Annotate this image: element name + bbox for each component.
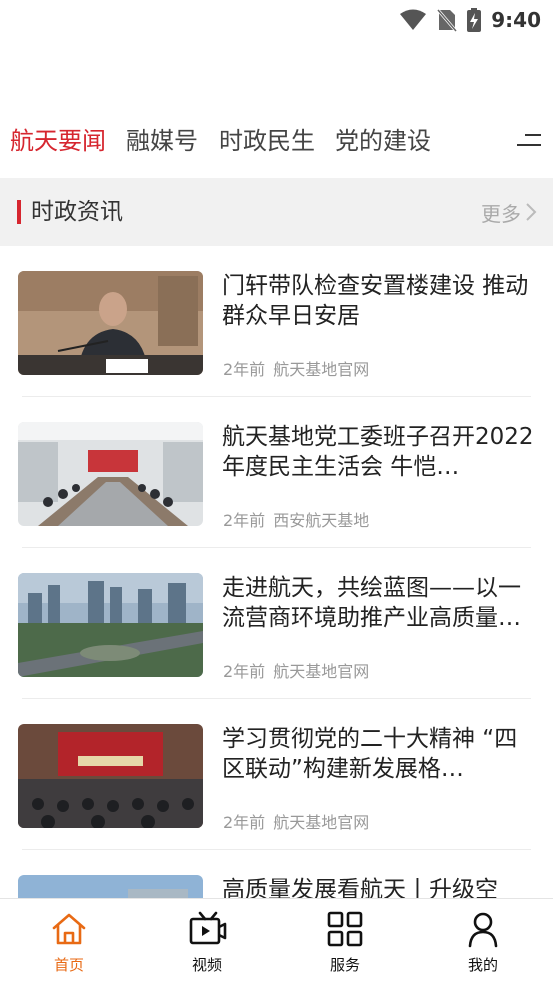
news-thumbnail [18,724,203,828]
news-thumbnail [18,573,203,677]
chevron-right-icon [526,203,537,221]
home-icon [52,913,86,945]
news-title: 走进航天，共绘蓝图——以一流营商环境助推产业高质量… [222,575,521,631]
news-source: 航天基地官网 [273,360,370,379]
news-time: 2年前 [223,360,266,379]
section-accent-bar [17,200,21,224]
nav-service[interactable]: 服务 [276,899,414,983]
news-source: 航天基地官网 [273,662,370,681]
news-thumbnail [18,271,203,375]
channel-tabs: 航天要闻 融媒号 时政民生 党的建设 [0,118,553,164]
status-time: 9:40 [491,8,541,32]
channel-menu-icon[interactable] [517,130,541,152]
news-meta: 2年前 西安航天基地 [223,507,369,531]
news-list: 门轩带队检查安置楼建设 推动群众早日安居 2年前 航天基地官网 航天基地党工委班子 [0,246,553,898]
nav-profile-label: 我的 [467,956,498,974]
list-item[interactable]: 走进航天，共绘蓝图——以一流营商环境助推产业高质量… 2年前 航天基地官网 [0,548,553,699]
nav-home[interactable]: 首页 [0,899,138,983]
news-time: 2年前 [223,511,266,530]
news-source: 航天基地官网 [273,813,370,832]
news-time: 2年前 [223,662,266,681]
news-thumbnail [18,875,203,898]
nav-service-label: 服务 [329,956,360,974]
video-icon [189,911,227,945]
list-item[interactable]: 航天基地党工委班子召开2022年度民主生活会 牛恺… 2年前 西安航天基地 [0,397,553,548]
list-item[interactable]: 高质量发展看航天丨升级空 [0,850,553,898]
tab-politics-livelihood[interactable]: 时政民生 [219,118,315,164]
news-title: 学习贯彻党的二十大精神 “四区联动”构建新发展格… [222,726,518,782]
status-icons: 9:40 [399,6,541,34]
more-link[interactable]: 更多 [481,178,537,246]
no-sim-icon [437,9,458,32]
news-title: 航天基地党工委班子召开2022年度民主生活会 牛恺… [222,424,534,480]
news-meta: 2年前 航天基地官网 [223,356,369,380]
news-title: 门轩带队检查安置楼建设 推动群众早日安居 [222,273,529,329]
nav-profile[interactable]: 我的 [414,899,552,983]
news-meta: 2年前 航天基地官网 [223,658,369,682]
battery-charging-icon [467,8,482,32]
grid-icon [327,911,363,947]
tab-party-building[interactable]: 党的建设 [335,118,431,164]
section-title: 时政资讯 [31,199,123,225]
tab-media-accounts[interactable]: 融媒号 [126,118,198,164]
news-meta: 2年前 航天基地官网 [223,809,369,833]
more-label: 更多 [481,201,521,226]
tab-aerospace-news[interactable]: 航天要闻 [10,118,106,164]
news-thumbnail [18,422,203,526]
user-icon [468,912,498,948]
status-bar: 9:40 [0,0,553,40]
nav-home-label: 首页 [53,956,84,974]
list-item[interactable]: 门轩带队检查安置楼建设 推动群众早日安居 2年前 航天基地官网 [0,246,553,397]
section-header: 时政资讯 更多 [0,178,553,246]
nav-video[interactable]: 视频 [138,899,276,983]
news-title: 高质量发展看航天丨升级空 [222,877,498,898]
news-time: 2年前 [223,813,266,832]
news-source: 西安航天基地 [273,511,370,530]
nav-video-label: 视频 [191,956,222,974]
wifi-icon [400,9,427,30]
list-item[interactable]: 学习贯彻党的二十大精神 “四区联动”构建新发展格… 2年前 航天基地官网 [0,699,553,850]
bottom-nav: 首页 视频 服务 我的 [0,898,553,983]
